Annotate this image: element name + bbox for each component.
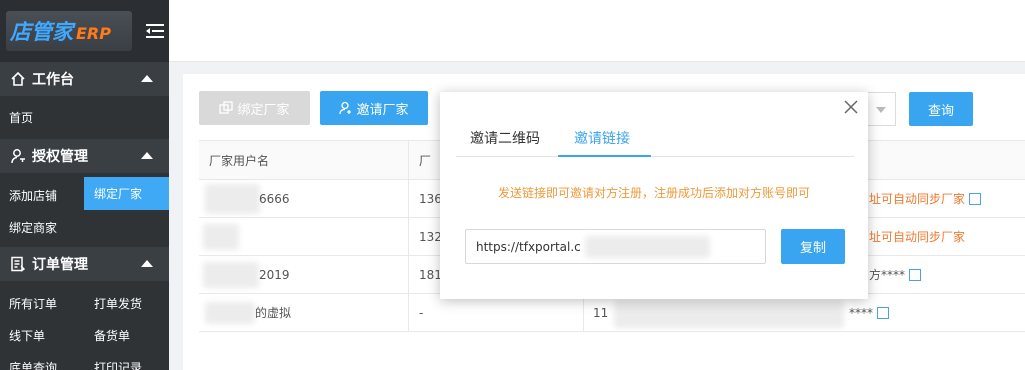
table-header-cell: 厂家用户名 [209,153,270,168]
table-cell-note: 方**** [869,256,922,293]
sidebar-item-print-records[interactable]: 打印记录 [94,359,142,370]
add-user-icon [339,101,352,115]
sidebar-item-home[interactable]: 首页 [9,109,33,126]
table-cell-note: 址可自动同步厂家 [869,180,982,217]
invite-link-field[interactable]: https://tfxportal.c [465,229,766,264]
logo-bar: 店管家 ERP [0,0,169,62]
invite-modal: 邀请二维码 邀请链接 发送链接即可邀请对方注册，注册成功后添加对方账号即可 ht… [440,92,868,299]
table-cell-note: **** [849,294,889,331]
tab-qr-code[interactable]: 邀请二维码 [470,128,540,148]
order-list-icon [11,256,26,272]
sidebar-item-offline-orders[interactable]: 线下单 [9,327,45,344]
sidebar-item-print-ship[interactable]: 打单发货 [94,295,142,312]
chevron-down-icon [876,107,886,113]
tab-divider [456,156,854,157]
sidebar-section-label: 订单管理 [32,257,88,273]
sidebar-item-bind-merchant[interactable]: 绑定商家 [9,219,57,236]
sidebar-item-bottom-order-query[interactable]: 底单查询 [9,359,57,370]
home-icon [11,71,25,86]
menu-toggle-icon[interactable] [146,23,164,39]
invite-vendor-label: 邀请厂家 [356,102,409,118]
top-bar [169,0,1025,62]
tab-invite-link[interactable]: 邀请链接 [574,128,630,148]
invite-hint: 发送链接即可邀请对方注册，注册成功后添加对方账号即可 [497,186,810,200]
table-cell: 6666 [259,191,290,206]
sidebar-item-all-orders[interactable]: 所有订单 [9,295,57,312]
table-cell-note: 址可自动同步厂家 [869,230,966,244]
link-icon [219,101,234,114]
table-cell: 181 [419,267,442,282]
sidebar-section-label: 工作台 [32,72,74,88]
table-row: 的虚拟 - 11 **** [199,294,1025,332]
bind-vendor-label: 绑定厂家 [237,102,290,118]
collapse-caret-icon [141,75,153,82]
edit-icon[interactable] [877,306,889,319]
sidebar-item-bind-vendor[interactable]: 绑定厂家 [84,177,169,210]
active-tab-indicator [558,155,651,157]
invite-vendor-button[interactable]: 邀请厂家 [320,91,428,125]
collapse-caret-icon [141,260,153,267]
close-icon[interactable] [844,100,858,114]
collapse-caret-icon [141,152,153,159]
sidebar-section-orders[interactable]: 订单管理 [0,247,169,281]
table-header-cell: 厂 [419,153,432,168]
table-cell: 132 [419,229,442,244]
sidebar-item-stock-orders[interactable]: 备货单 [94,327,130,344]
table-cell: - [419,305,424,320]
query-button[interactable]: 查询 [909,92,973,126]
copy-button[interactable]: 复制 [781,229,845,264]
table-cell: 136 [419,191,442,206]
sidebar: 店管家 ERP 工作台 首页 授权管理 添加店铺 绑定厂家 绑定商家 订单管理 所… [0,0,169,370]
edit-icon[interactable] [909,268,922,281]
edit-icon[interactable] [969,192,982,205]
bind-vendor-button[interactable]: 绑定厂家 [199,91,310,125]
table-cell: 的虚拟 [255,306,292,320]
invite-link-value: https://tfxportal.c [476,239,581,254]
logo-text: 店管家 [10,20,73,44]
sidebar-section-workbench[interactable]: 工作台 [0,62,169,96]
table-cell: 2019 [259,267,290,282]
sidebar-section-auth[interactable]: 授权管理 [0,139,169,173]
logo: 店管家 ERP [6,11,132,51]
table-cell: 11 [593,305,609,320]
user-key-icon [11,149,25,164]
logo-suffix: ERP [76,24,111,43]
sidebar-item-add-shop[interactable]: 添加店铺 [9,187,57,204]
sidebar-section-label: 授权管理 [32,149,88,165]
